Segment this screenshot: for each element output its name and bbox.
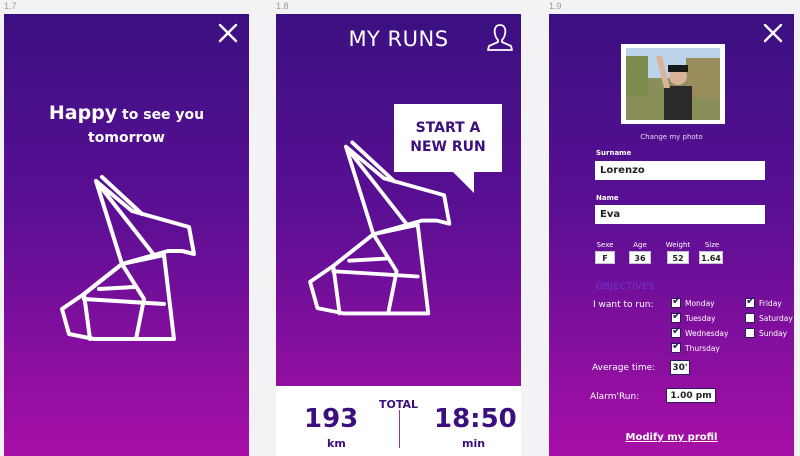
profile-photo[interactable] xyxy=(621,44,725,124)
size-field[interactable]: 1.64 xyxy=(699,251,723,264)
checkbox[interactable] xyxy=(745,313,755,323)
distance-unit: km xyxy=(327,437,346,450)
want-to-run-label: I want to run: xyxy=(593,300,654,310)
day-checkbox-monday[interactable]: Monday xyxy=(671,294,715,309)
name-field[interactable]: Eva xyxy=(595,205,765,224)
modify-profile-link[interactable]: Modify my profil xyxy=(549,432,794,443)
day-checkbox-thursday[interactable]: Thursday xyxy=(671,339,720,354)
checkbox[interactable] xyxy=(671,324,681,338)
day-checkbox-tuesday[interactable]: Tuesday xyxy=(671,309,716,324)
weight-label: Weight xyxy=(665,241,691,249)
checkbox[interactable] xyxy=(671,339,681,353)
objectives-heading: OBJECTIVES xyxy=(596,282,655,292)
time-unit: min xyxy=(462,437,486,450)
age-label: Age xyxy=(633,241,647,249)
average-time-field[interactable]: 30' xyxy=(670,360,690,375)
checkbox[interactable] xyxy=(671,294,681,308)
sexe-field[interactable]: F xyxy=(595,251,615,264)
profile-screen: Change my photo Surname Lorenzo Name Eva… xyxy=(549,14,794,456)
my-runs-screen: MY RUNS START A NEW RUN TOTAL 193 km 18:… xyxy=(276,14,521,456)
alarm-run-label: Alarm'Run: xyxy=(590,392,640,402)
checkbox[interactable] xyxy=(745,294,755,308)
day-label: Saturday xyxy=(759,313,793,323)
greeting-bold: Happy xyxy=(48,102,118,124)
time-value: 18:50 xyxy=(434,404,517,434)
name-label: Name xyxy=(596,194,619,202)
divider xyxy=(399,410,400,448)
greeting-text: Happy to see you tomorrow xyxy=(4,102,249,149)
greeting-rest: to see you xyxy=(117,107,205,123)
profile-photo-image xyxy=(626,48,720,120)
age-field[interactable]: 36 xyxy=(629,251,651,264)
frame-label: 1.7 xyxy=(4,1,17,11)
origami-rabbit-icon xyxy=(308,140,452,316)
day-checkbox-wednesday[interactable]: Wednesday xyxy=(671,324,729,339)
close-icon[interactable] xyxy=(217,22,239,44)
goodbye-screen: Happy to see you tomorrow xyxy=(4,14,249,456)
weight-field[interactable]: 52 xyxy=(667,251,689,264)
day-label: Wednesday xyxy=(685,328,729,338)
day-label: Monday xyxy=(685,298,715,308)
distance-value: 193 xyxy=(304,404,359,434)
size-label: Size xyxy=(704,241,720,249)
day-label: Friday xyxy=(759,298,782,308)
day-checkbox-sunday[interactable]: Sunday xyxy=(745,327,787,339)
surname-field[interactable]: Lorenzo xyxy=(595,161,765,180)
user-profile-icon[interactable] xyxy=(485,22,515,52)
day-label: Sunday xyxy=(759,328,788,338)
totals-panel: TOTAL 193 km 18:50 min xyxy=(276,386,521,456)
day-label: Tuesday xyxy=(685,313,716,323)
average-time-label: Average time: xyxy=(592,363,656,373)
checkbox[interactable] xyxy=(745,328,755,338)
day-checkbox-friday[interactable]: Friday xyxy=(745,294,782,309)
sexe-label: Sexe xyxy=(596,241,614,249)
close-icon[interactable] xyxy=(762,22,784,44)
alarm-run-field[interactable]: 1.00 pm xyxy=(666,388,716,403)
checkbox[interactable] xyxy=(671,309,681,323)
origami-rabbit-icon xyxy=(60,175,196,341)
change-photo-link[interactable]: Change my photo xyxy=(549,133,794,141)
day-label: Thursday xyxy=(685,343,720,353)
surname-label: Surname xyxy=(596,149,632,157)
day-checkbox-saturday[interactable]: Saturday xyxy=(745,312,793,324)
greeting-line2: tomorrow xyxy=(88,130,165,146)
frame-label: 1.8 xyxy=(276,1,289,11)
frame-label: 1.9 xyxy=(549,1,562,11)
